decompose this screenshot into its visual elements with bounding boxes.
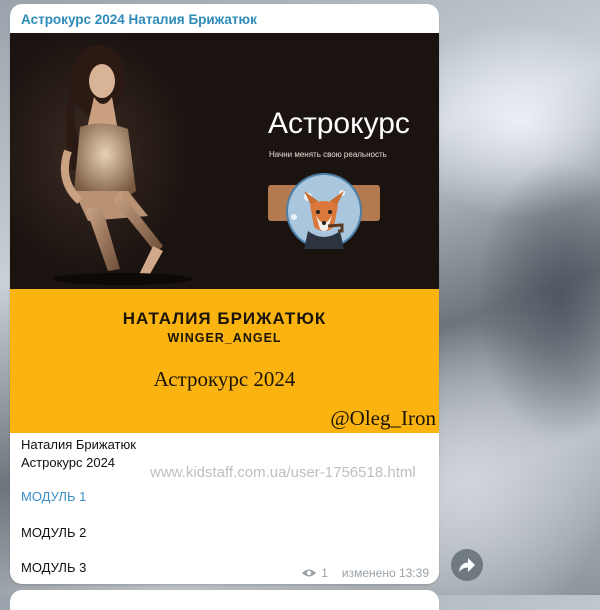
author-nick: WINGER_ANGEL — [167, 331, 282, 345]
share-arrow-icon — [459, 558, 475, 572]
yellow-banner: НАТАЛИЯ БРИЖАТЮК WINGER_ANGEL Астрокурс … — [10, 289, 439, 433]
share-button[interactable] — [451, 549, 483, 581]
fox-avatar-emblem — [268, 173, 380, 249]
message-photo[interactable]: Астрокурс Начни менять свою реальность Н… — [10, 33, 439, 433]
brand-title: Астрокурс — [268, 107, 410, 140]
message-caption: Наталия Брижатюк Астрокурс 2024 — [21, 436, 136, 472]
edited-time: изменено 13:39 — [341, 566, 429, 580]
module-2-text: МОДУЛЬ 2 — [21, 525, 87, 540]
site-watermark: www.kidstaff.com.ua/user-1756518.html — [150, 464, 416, 481]
brand-tagline: Начни менять свою реальность — [269, 150, 387, 159]
photo-dark-area: Астрокурс Начни менять свою реальность — [10, 33, 439, 289]
caption-line-1: Наталия Брижатюк — [21, 437, 136, 452]
message-bubble[interactable]: Астрокурс 2024 Наталия Брижатюк Астрокур… — [10, 4, 439, 584]
eye-icon — [302, 569, 317, 577]
module-3-text: МОДУЛЬ 3 — [21, 560, 87, 575]
photo-handle-watermark: @Oleg_Iron — [330, 406, 436, 430]
course-title: Астрокурс 2024 — [153, 367, 296, 391]
author-name: НАТАЛИЯ БРИЖАТЮК — [122, 309, 327, 328]
message-meta: 1 изменено 13:39 — [301, 566, 429, 580]
module-1-link[interactable]: МОДУЛЬ 1 — [21, 489, 86, 504]
caption-line-2: Астрокурс 2024 — [21, 455, 116, 470]
woman-photo — [53, 45, 193, 285]
next-message-bubble[interactable] — [10, 590, 439, 610]
sender-name[interactable]: Астрокурс 2024 Наталия Брижатюк — [21, 12, 257, 27]
view-count: 1 — [321, 566, 328, 580]
